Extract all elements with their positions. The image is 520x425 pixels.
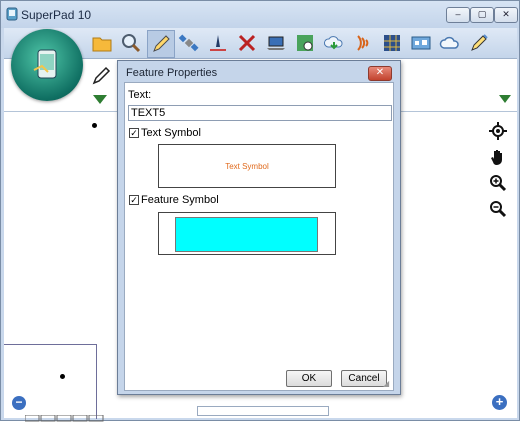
world-map-icon[interactable]	[408, 30, 434, 56]
map-view-icon[interactable]	[292, 30, 318, 56]
text-symbol-checkbox[interactable]: ✓	[129, 128, 139, 138]
app-icon	[6, 7, 18, 21]
zoom-in-icon[interactable]	[487, 172, 509, 194]
tools-icon[interactable]	[234, 30, 260, 56]
pencil-tool-icon[interactable]	[466, 30, 492, 56]
app-logo	[11, 29, 83, 101]
locate-icon[interactable]	[487, 120, 509, 142]
signal-icon[interactable]	[350, 30, 376, 56]
edit-pencil-icon[interactable]	[147, 30, 175, 58]
zoom-icon[interactable]	[118, 30, 144, 56]
feature-symbol-checkbox[interactable]: ✓	[129, 195, 139, 205]
feature-symbol-preview[interactable]	[158, 212, 336, 255]
status-field	[197, 406, 329, 416]
map-point[interactable]	[60, 374, 65, 379]
grid-icon[interactable]	[379, 30, 405, 56]
cloud-icon[interactable]	[437, 30, 463, 56]
draw-pencil-icon[interactable]	[88, 63, 114, 89]
status-tabs	[24, 413, 115, 422]
text-input[interactable]: TEXT5	[128, 105, 392, 121]
feature-symbol-label: Feature Symbol	[141, 194, 219, 206]
zoom-out-button[interactable]: −	[12, 396, 26, 410]
cancel-button[interactable]: Cancel	[341, 370, 387, 387]
ok-button[interactable]: OK	[286, 370, 332, 387]
dialog-body: Text: TEXT5 ✓ Text Symbol Text Symbol ✓ …	[124, 82, 394, 391]
text-symbol-sample: Text Symbol	[225, 161, 269, 171]
survey-icon[interactable]	[205, 30, 231, 56]
minimize-button[interactable]: –	[446, 7, 470, 23]
close-window-button[interactable]: ✕	[494, 7, 518, 23]
title-bar: SuperPad 10 – ▢ ✕	[1, 1, 519, 28]
expand-down-icon-right[interactable]	[499, 95, 511, 103]
zoom-in-button[interactable]: +	[492, 395, 507, 410]
window-title: SuperPad 10	[21, 8, 92, 22]
zoom-out-icon[interactable]	[487, 198, 509, 220]
text-symbol-label: Text Symbol	[141, 127, 201, 139]
dialog-close-button[interactable]: ✕	[368, 66, 392, 81]
folder-icon[interactable]	[89, 30, 115, 56]
text-symbol-preview[interactable]: Text Symbol	[158, 144, 336, 188]
feature-symbol-swatch	[175, 217, 318, 252]
satellite-icon[interactable]	[176, 30, 202, 56]
laptop-icon[interactable]	[263, 30, 289, 56]
resize-grip-icon[interactable]: ◢	[383, 379, 389, 388]
text-label: Text:	[128, 89, 152, 101]
maximize-button[interactable]: ▢	[470, 7, 494, 23]
dialog-title: Feature Properties	[126, 67, 218, 79]
feature-properties-dialog: Feature Properties ✕ Text: TEXT5 ✓ Text …	[117, 60, 401, 395]
cloud-download-icon[interactable]	[321, 30, 347, 56]
pan-hand-icon[interactable]	[487, 146, 509, 168]
map-point[interactable]	[92, 123, 97, 128]
expand-down-icon[interactable]	[93, 95, 107, 104]
